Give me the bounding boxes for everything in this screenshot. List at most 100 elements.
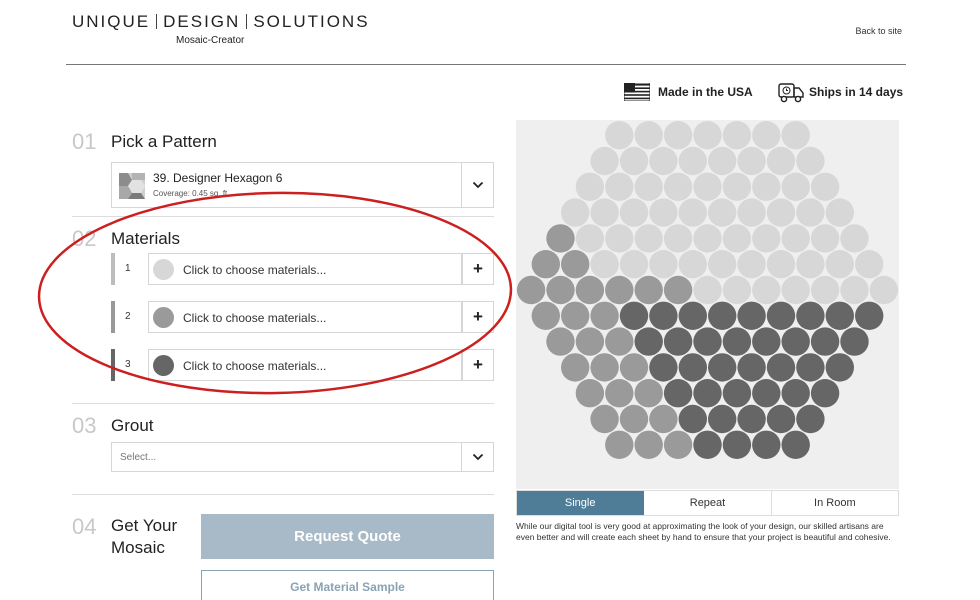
add-material-button[interactable]: + — [462, 301, 494, 333]
mosaic-tile — [722, 379, 752, 408]
material-label: Click to choose materials... — [183, 263, 327, 277]
mosaic-tile — [766, 146, 796, 176]
mosaic-tile — [561, 198, 590, 227]
mosaic-tile — [796, 404, 825, 434]
mosaic-tile — [810, 275, 840, 305]
mosaic-tile — [722, 430, 752, 459]
mosaic-tile — [605, 224, 634, 253]
material-number: 2 — [125, 311, 131, 322]
tab-single[interactable]: Single — [517, 491, 645, 515]
step-number-04: 04 — [72, 514, 97, 539]
material-chooser-1[interactable]: Click to choose materials... — [148, 253, 462, 285]
mosaic-tile — [869, 275, 899, 305]
us-flag-icon — [624, 83, 650, 101]
section-divider — [72, 494, 494, 495]
mosaic-tile — [722, 224, 752, 253]
chevron-down-icon — [472, 453, 483, 461]
mosaic-tile — [781, 327, 810, 356]
mosaic-tile — [561, 353, 590, 382]
step-title-grout: Grout — [111, 416, 154, 435]
mosaic-tile — [708, 198, 737, 227]
grout-dropdown[interactable]: Select... — [111, 442, 494, 472]
request-quote-button[interactable]: Request Quote — [201, 514, 494, 559]
material-row-2: 2 Click to choose materials... + — [111, 301, 494, 333]
mosaic-tile — [796, 353, 825, 382]
mosaic-tile — [693, 275, 722, 305]
pattern-dropdown-toggle[interactable] — [461, 163, 493, 207]
material-number: 3 — [125, 359, 131, 370]
mosaic-tile — [663, 275, 693, 305]
mosaic-tile — [693, 224, 722, 253]
add-material-button[interactable]: + — [462, 253, 494, 285]
section-divider — [72, 403, 494, 404]
step-number-01: 01 — [72, 129, 97, 154]
material-chooser-2[interactable]: Click to choose materials... — [148, 301, 462, 333]
mosaic-tile — [766, 404, 796, 434]
mosaic-tile — [752, 379, 781, 408]
material-color-bar — [111, 253, 115, 285]
mosaic-tile — [781, 224, 810, 253]
mosaic-tile — [840, 224, 869, 253]
mosaic-tile — [752, 327, 781, 356]
shipping-badge: Ships in 14 days — [778, 80, 903, 104]
section-divider — [72, 216, 494, 217]
material-number: 1 — [125, 263, 131, 274]
tab-in-room[interactable]: In Room — [771, 491, 898, 515]
back-to-site-link[interactable]: Back to site — [855, 26, 902, 36]
material-swatch — [153, 307, 174, 328]
truck-icon — [778, 83, 804, 103]
mosaic-preview-canvas — [516, 121, 899, 459]
mosaic-tile — [663, 379, 693, 408]
mosaic-tile — [649, 250, 678, 279]
shipping-text: Ships in 14 days — [809, 85, 904, 99]
tab-repeat[interactable]: Repeat — [644, 491, 772, 515]
mosaic-tile — [752, 172, 781, 201]
mosaic-preview — [516, 120, 899, 489]
mosaic-tile — [590, 301, 619, 330]
brand-logo[interactable]: UNIQUE DESIGN SOLUTIONS — [72, 12, 370, 32]
mosaic-tile — [737, 353, 766, 382]
mosaic-tile — [693, 327, 722, 356]
mosaic-tile — [722, 172, 752, 201]
step-title-get-mosaic: Get Your Mosaic — [111, 516, 178, 557]
mosaic-tile — [663, 327, 693, 356]
mosaic-tile — [693, 172, 722, 201]
mosaic-tile — [634, 327, 663, 356]
mosaic-tile — [708, 301, 737, 330]
logo-word-design: DESIGN — [163, 12, 241, 31]
pattern-dropdown[interactable]: 39. Designer Hexagon 6 Coverage: 0.45 sq… — [111, 162, 494, 208]
mosaic-tile — [605, 379, 634, 408]
mosaic-tile — [840, 327, 869, 356]
mosaic-tile — [810, 224, 840, 253]
step-title-pattern: Pick a Pattern — [111, 132, 217, 151]
mosaic-tile — [619, 146, 649, 176]
mosaic-tile — [693, 379, 722, 408]
material-color-bar — [111, 301, 115, 333]
material-label: Click to choose materials... — [183, 359, 327, 373]
mosaic-tile — [678, 250, 707, 279]
step-number-03: 03 — [72, 413, 97, 438]
mosaic-tile — [649, 404, 678, 434]
get-material-sample-button[interactable]: Get Material Sample — [201, 570, 494, 600]
logo-word-unique: UNIQUE — [72, 12, 151, 31]
mosaic-tile — [561, 301, 590, 330]
add-material-button[interactable]: + — [462, 349, 494, 381]
mosaic-tile — [825, 301, 854, 330]
logo-separator — [156, 14, 158, 29]
material-label: Click to choose materials... — [183, 311, 327, 325]
mosaic-tile — [516, 275, 546, 305]
mosaic-tile — [546, 275, 575, 305]
plus-icon: + — [473, 307, 483, 326]
mosaic-tile — [619, 198, 649, 227]
mosaic-tile — [649, 353, 678, 382]
mosaic-tile — [634, 224, 663, 253]
grout-dropdown-toggle[interactable] — [461, 443, 493, 471]
mosaic-tile — [634, 172, 663, 201]
material-chooser-3[interactable]: Click to choose materials... — [148, 349, 462, 381]
mosaic-tile — [722, 275, 752, 305]
mosaic-tile — [561, 250, 590, 279]
mosaic-tile — [796, 301, 825, 330]
mosaic-tile — [663, 224, 693, 253]
mosaic-tile — [678, 146, 707, 176]
plus-icon: + — [473, 259, 483, 278]
